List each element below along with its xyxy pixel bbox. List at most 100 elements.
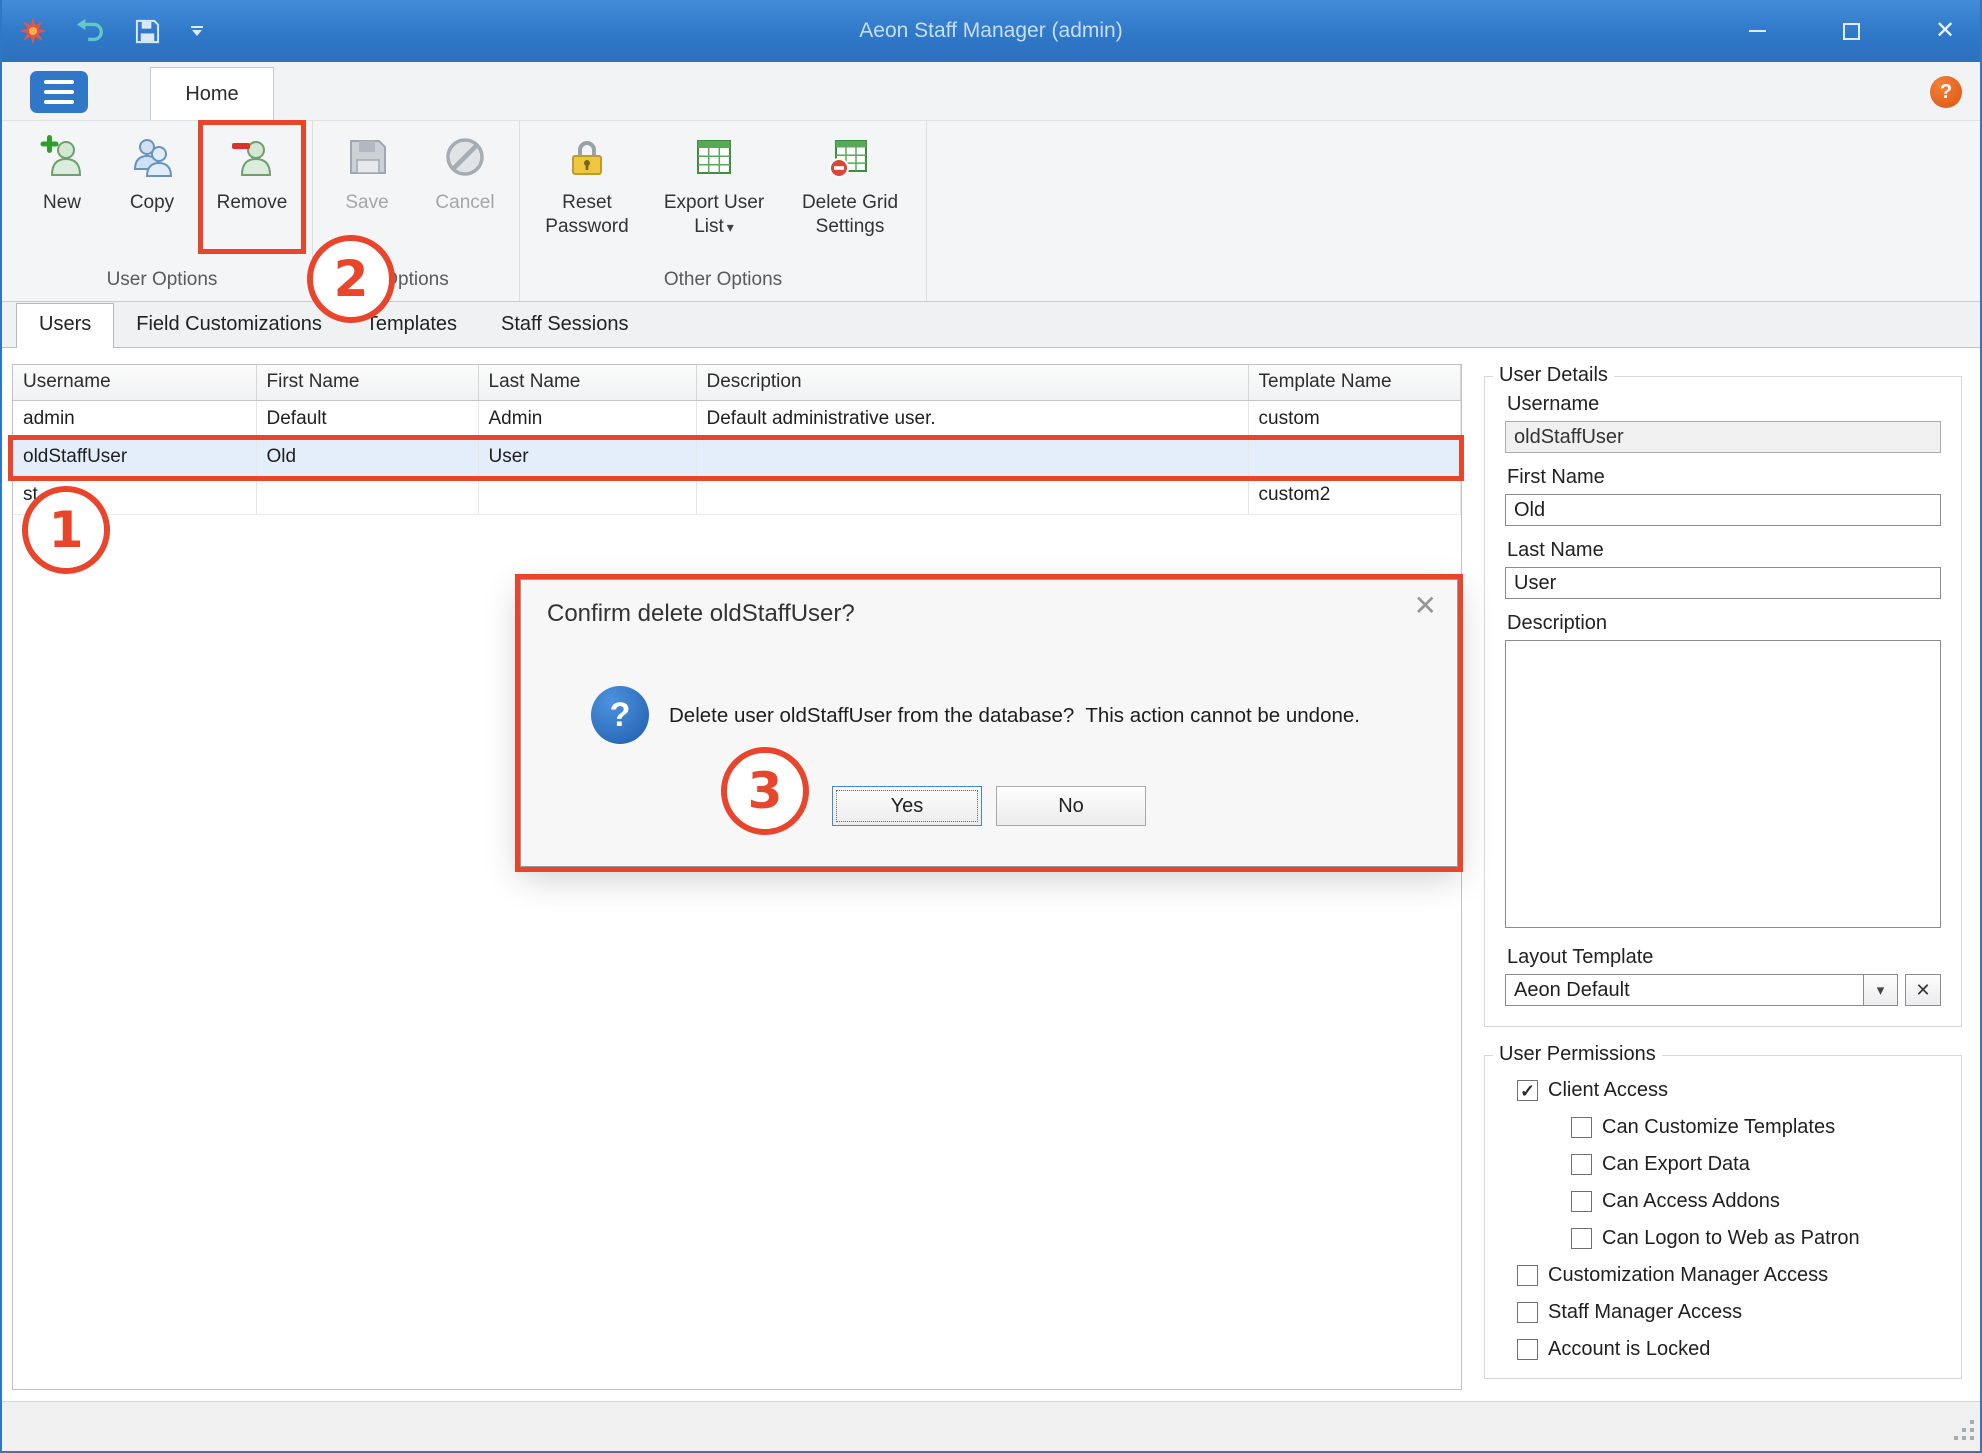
cell-last-name: Admin	[478, 400, 696, 438]
table-row[interactable]: admin Default Admin Default administrati…	[13, 400, 1461, 438]
export-user-list-button[interactable]: Export User List▾	[656, 129, 772, 239]
permission-label: Account is Locked	[1548, 1338, 1710, 1361]
table-row-selected[interactable]: oldStaffUser Old User	[13, 438, 1461, 476]
permission-label: Can Customize Templates	[1602, 1116, 1835, 1139]
copy-user-button[interactable]: Copy	[114, 129, 190, 215]
delete-grid-icon	[828, 135, 872, 184]
remove-user-button[interactable]: Remove	[204, 129, 300, 215]
remove-user-icon	[230, 135, 274, 184]
cancel-button[interactable]: Cancel	[423, 129, 507, 215]
cell-first-name	[256, 476, 478, 514]
can-access-addons-checkbox[interactable]	[1571, 1191, 1592, 1212]
permission-label: Customization Manager Access	[1548, 1264, 1828, 1287]
resize-grip[interactable]	[1953, 1419, 1975, 1446]
can-export-data-checkbox[interactable]	[1571, 1154, 1592, 1175]
close-button[interactable]: ✕	[1930, 16, 1960, 46]
users-grid: Username First Name Last Name Descriptio…	[12, 364, 1462, 1390]
user-details-groupbox: User Details Username First Name Last Na…	[1484, 376, 1962, 1027]
save-button[interactable]: Save	[325, 129, 409, 215]
confirm-delete-dialog: Confirm delete oldStaffUser? ✕ ? Delete …	[520, 579, 1458, 867]
ribbon-tab-row: Home ?	[2, 62, 1980, 120]
user-permissions-title: User Permissions	[1493, 1043, 1662, 1066]
cell-template-name: custom	[1248, 400, 1461, 438]
permission-row: Can Export Data	[1571, 1146, 1949, 1183]
layout-template-field[interactable]	[1506, 975, 1863, 1005]
cell-username: admin	[13, 400, 256, 438]
cell-first-name: Old	[256, 438, 478, 476]
cell-last-name	[478, 476, 696, 514]
permission-label: Staff Manager Access	[1548, 1301, 1742, 1324]
combo-caret-icon[interactable]: ▾	[1863, 975, 1897, 1005]
column-header-template-name[interactable]: Template Name	[1248, 365, 1461, 400]
tab-staff-sessions[interactable]: Staff Sessions	[479, 304, 650, 347]
staff-manager-access-checkbox[interactable]	[1517, 1302, 1538, 1323]
quick-access-toolbar	[18, 0, 205, 62]
new-user-button[interactable]: New	[24, 129, 100, 215]
tab-field-customizations[interactable]: Field Customizations	[114, 304, 344, 347]
tab-home[interactable]: Home	[150, 67, 274, 120]
content-area: Username First Name Last Name Descriptio…	[2, 348, 1980, 1401]
save-button-label: Save	[345, 192, 388, 213]
help-button[interactable]: ?	[1930, 76, 1962, 108]
username-field[interactable]	[1505, 421, 1941, 453]
app-window: Aeon Staff Manager (admin) ✕ Home ?	[0, 0, 1982, 1453]
undo-icon[interactable]	[76, 16, 106, 46]
save-icon	[345, 135, 389, 184]
status-bar	[2, 1401, 1980, 1451]
permission-row: Can Logon to Web as Patron	[1571, 1220, 1949, 1257]
lock-icon	[565, 135, 609, 184]
save-quick-icon[interactable]	[134, 18, 161, 45]
client-access-checkbox[interactable]	[1517, 1080, 1538, 1101]
ribbon-group-label-other-options: Other Options	[532, 267, 914, 299]
reset-password-button-label: Reset Password	[545, 192, 628, 237]
copy-user-button-label: Copy	[130, 192, 174, 213]
minimize-button[interactable]	[1742, 16, 1772, 46]
username-label: Username	[1507, 393, 1941, 416]
first-name-field[interactable]	[1505, 494, 1941, 526]
ribbon-group-other-options: Reset Password Export User List▾	[520, 121, 927, 301]
tab-templates[interactable]: Templates	[344, 304, 479, 347]
new-user-icon	[40, 135, 84, 184]
dialog-close-icon[interactable]: ✕	[1414, 592, 1437, 620]
clear-template-button[interactable]: ✕	[1905, 974, 1941, 1006]
quick-access-dropdown-icon[interactable]	[189, 25, 205, 38]
table-row[interactable]: st custom2	[13, 476, 1461, 514]
spreadsheet-icon	[692, 135, 736, 184]
delete-grid-settings-button[interactable]: Delete Grid Settings	[786, 129, 914, 239]
customization-manager-access-checkbox[interactable]	[1517, 1265, 1538, 1286]
remove-user-button-label: Remove	[217, 192, 288, 213]
cell-description: Default administrative user.	[696, 400, 1248, 438]
layout-template-combo[interactable]: ▾	[1505, 974, 1898, 1006]
cancel-icon	[443, 135, 487, 184]
permission-row: Client Access	[1517, 1072, 1949, 1109]
last-name-field[interactable]	[1505, 567, 1941, 599]
column-header-username[interactable]: Username	[13, 365, 256, 400]
user-permissions-groupbox: User Permissions Client Access Can Custo…	[1484, 1055, 1962, 1379]
cell-first-name: Default	[256, 400, 478, 438]
can-logon-web-patron-checkbox[interactable]	[1571, 1228, 1592, 1249]
reset-password-button[interactable]: Reset Password	[532, 129, 642, 239]
dialog-message: Delete user oldStaffUser from the databa…	[669, 704, 1417, 728]
hamburger-menu-button[interactable]	[30, 71, 88, 113]
can-customize-templates-checkbox[interactable]	[1571, 1117, 1592, 1138]
description-field[interactable]	[1505, 640, 1941, 928]
maximize-button[interactable]	[1836, 16, 1866, 46]
tab-users[interactable]: Users	[16, 303, 114, 348]
no-button[interactable]: No	[996, 786, 1146, 826]
yes-button[interactable]: Yes	[832, 786, 982, 826]
permission-row: Staff Manager Access	[1517, 1294, 1949, 1331]
permission-label: Can Logon to Web as Patron	[1602, 1227, 1860, 1250]
column-header-description[interactable]: Description	[696, 365, 1248, 400]
cell-username: st	[13, 476, 256, 514]
account-is-locked-checkbox[interactable]	[1517, 1339, 1538, 1360]
ribbon-group-label-options: Options	[325, 267, 507, 299]
title-bar: Aeon Staff Manager (admin) ✕	[2, 0, 1980, 62]
permission-label: Client Access	[1548, 1079, 1668, 1102]
layout-template-label: Layout Template	[1507, 946, 1941, 969]
ribbon-group-options: Save Cancel Options	[313, 121, 520, 301]
export-user-list-button-label: Export User List	[664, 192, 764, 237]
column-header-first-name[interactable]: First Name	[256, 365, 478, 400]
column-header-last-name[interactable]: Last Name	[478, 365, 696, 400]
cell-description	[696, 476, 1248, 514]
permission-row: Account is Locked	[1517, 1331, 1949, 1368]
